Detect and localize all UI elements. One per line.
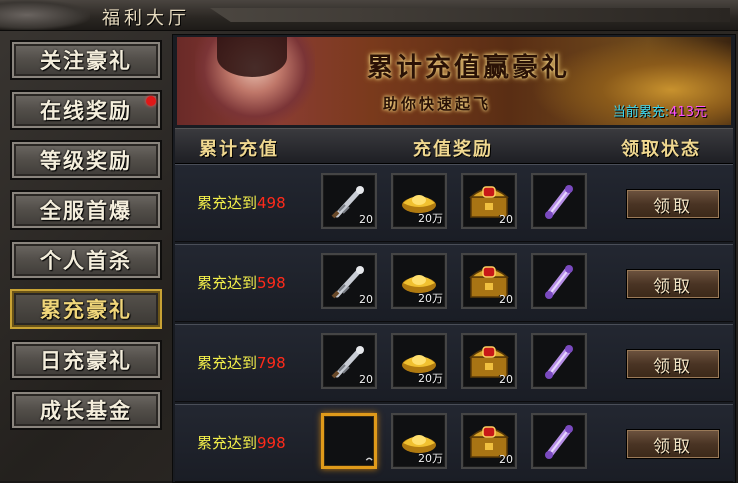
table-row: 累充达到498 20 20万 20 领取 [175, 164, 733, 242]
reward-slot[interactable] [531, 333, 587, 389]
reward-count: 20万 [418, 372, 443, 385]
reward-count: 20 [359, 373, 373, 386]
reward-slot[interactable]: 20 [461, 253, 517, 309]
reward-slot[interactable]: 20 [321, 173, 377, 229]
current-recharge: 当前累充:413元 [613, 101, 707, 120]
sidebar-item-label: 成长基金 [40, 398, 132, 423]
requirement-amount: 798 [257, 354, 286, 372]
reward-slot[interactable]: 20 [461, 173, 517, 229]
reward-count: 20万 [418, 452, 443, 465]
heroine-hair-icon [217, 37, 287, 77]
reward-count: 20 [499, 293, 513, 306]
reward-slot[interactable]: 20万 [391, 173, 447, 229]
reward-count: 20 [499, 453, 513, 466]
claim-button[interactable]: 领取 [626, 269, 720, 299]
claim-button[interactable]: 领取 [626, 429, 720, 459]
sidebar-item-server-first[interactable]: 全服首爆 [10, 190, 162, 230]
requirement-label: 累充达到 [197, 194, 258, 212]
recharge-requirement: 累充达到498 [197, 192, 286, 213]
current-recharge-value: 413元 [669, 105, 707, 120]
reward-slot[interactable] [531, 173, 587, 229]
sidebar-item-daily[interactable]: 日充豪礼 [10, 340, 162, 380]
notification-dot-icon [146, 96, 156, 106]
requirement-label: 累充达到 [197, 354, 258, 372]
banner-subtitle: 助你快速起飞 [383, 95, 492, 113]
claim-button-label: 领取 [653, 196, 693, 217]
table-row: 累充达到998 20万 20 领取 [175, 404, 733, 482]
requirement-amount: 498 [257, 194, 286, 212]
current-recharge-label: 当前累充: [612, 105, 670, 120]
sidebar-item-label: 在线奖励 [40, 98, 132, 123]
reward-slot[interactable]: 20 [321, 253, 377, 309]
title-bar-decoration [210, 8, 730, 22]
reward-slot[interactable]: 20 [321, 333, 377, 389]
sidebar-item-personal-first[interactable]: 个人首杀 [10, 240, 162, 280]
dragon-ornament-icon [0, 0, 90, 30]
reward-count: 20 [499, 213, 513, 226]
reward-slot[interactable]: 20 [461, 333, 517, 389]
claim-button-label: 领取 [653, 276, 693, 297]
reward-slot[interactable]: 20万 [391, 333, 447, 389]
reward-count: 20 [359, 293, 373, 306]
promo-banner: 累计充值赢豪礼 助你快速起飞 当前累充:413元 [177, 37, 731, 125]
header-status: 领取状态 [621, 139, 701, 160]
sidebar-item-growth-fund[interactable]: 成长基金 [10, 390, 162, 430]
reward-count: 20 [359, 213, 373, 226]
content-panel: 累计充值赢豪礼 助你快速起飞 当前累充:413元 累计充值 充值奖励 领取状态 … [172, 34, 736, 483]
table-header: 累计充值 充值奖励 领取状态 [175, 128, 733, 164]
reward-slot[interactable] [531, 253, 587, 309]
purple-scroll-icon [533, 415, 585, 467]
sidebar-item-label: 关注豪礼 [40, 48, 132, 73]
reward-slot[interactable]: 20 [461, 413, 517, 469]
claim-button-label: 领取 [653, 436, 693, 457]
empty-slot-icon [324, 416, 374, 466]
header-cumulative: 累计充值 [199, 139, 279, 160]
requirement-label: 累充达到 [197, 434, 258, 452]
banner-title: 累计充值赢豪礼 [367, 53, 571, 83]
sidebar-item-online[interactable]: 在线奖励 [10, 90, 162, 130]
sidebar-item-level[interactable]: 等级奖励 [10, 140, 162, 180]
recharge-requirement: 累充达到598 [197, 272, 286, 293]
title-bar: 福利大厅 [0, 0, 738, 31]
claim-button[interactable]: 领取 [626, 189, 720, 219]
window-title: 福利大厅 [102, 8, 190, 29]
sidebar-item-follow[interactable]: 关注豪礼 [10, 40, 162, 80]
purple-scroll-icon [533, 335, 585, 387]
requirement-label: 累充达到 [197, 274, 258, 292]
reward-count: 20万 [418, 212, 443, 225]
welfare-window: 福利大厅 关注豪礼 在线奖励 等级奖励 全服首爆 个人首杀 累充豪礼 日充豪礼 … [0, 0, 738, 483]
reward-slot[interactable] [321, 413, 377, 469]
sidebar-item-label: 日充豪礼 [40, 348, 132, 373]
sidebar-item-cumulative[interactable]: 累充豪礼 [10, 289, 162, 329]
table-row: 累充达到798 20 20万 20 领取 [175, 324, 733, 402]
requirement-amount: 598 [257, 274, 286, 292]
table-row: 累充达到598 20 20万 20 领取 [175, 244, 733, 322]
claim-button[interactable]: 领取 [626, 349, 720, 379]
recharge-requirement: 累充达到798 [197, 352, 286, 373]
reward-slot[interactable]: 20万 [391, 253, 447, 309]
purple-scroll-icon [533, 255, 585, 307]
claim-button-label: 领取 [653, 356, 693, 377]
sidebar-item-label: 个人首杀 [40, 248, 132, 273]
requirement-amount: 998 [257, 434, 286, 452]
reward-slot[interactable] [531, 413, 587, 469]
reward-count: 20 [499, 373, 513, 386]
purple-scroll-icon [533, 175, 585, 227]
sidebar-item-label: 等级奖励 [40, 148, 132, 173]
sidebar-item-label: 累充豪礼 [40, 297, 132, 322]
reward-slot[interactable]: 20万 [391, 413, 447, 469]
recharge-requirement: 累充达到998 [197, 432, 286, 453]
header-rewards: 充值奖励 [413, 139, 493, 160]
reward-count: 20万 [418, 292, 443, 305]
sidebar-item-label: 全服首爆 [40, 198, 132, 223]
